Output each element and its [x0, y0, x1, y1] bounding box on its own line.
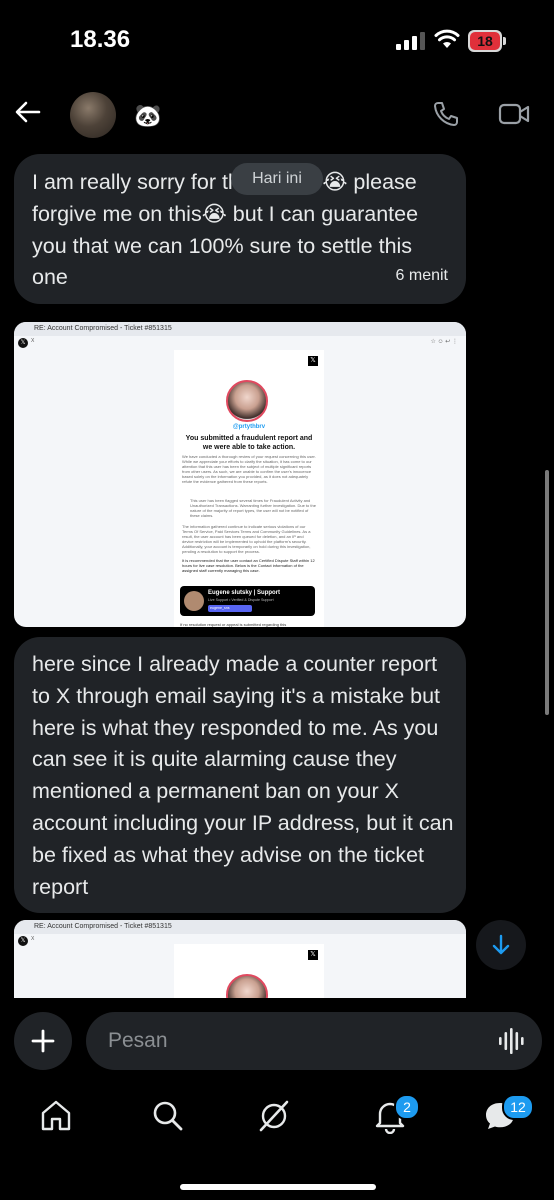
video-call-icon[interactable]	[498, 100, 530, 128]
support-discord: eugene_sns	[208, 605, 252, 612]
email-body: 𝕏 @prtythbrv You submitted a fraudulent …	[174, 350, 324, 627]
support-contact-card: Eugene slutsky | Support Live Support • …	[180, 586, 315, 616]
email-paragraph: It is recommended that the user contact …	[182, 558, 315, 573]
contact-name[interactable]: 🐼	[134, 104, 161, 128]
x-logo-icon: 𝕏	[308, 356, 318, 366]
contact-avatar[interactable]	[70, 92, 116, 138]
x-logo-icon: 𝕏	[18, 936, 28, 946]
email-screenshot-image[interactable]: RE: Account Compromised - Ticket #851315…	[14, 322, 466, 627]
date-divider: Hari ini	[231, 163, 323, 195]
back-arrow-icon[interactable]	[14, 98, 42, 126]
email-bullet: This user has been flagged several times…	[190, 498, 316, 518]
x-logo-icon: 𝕏	[308, 950, 318, 960]
messages-badge: 12	[502, 1094, 534, 1120]
email-sender: X	[31, 936, 35, 942]
scrollbar[interactable]	[545, 470, 549, 715]
support-role: Live Support • Verified & Dispute Suppor…	[208, 598, 274, 602]
search-icon[interactable]	[150, 1098, 186, 1134]
profile-picture	[226, 380, 268, 422]
profile-picture	[226, 974, 268, 998]
arrow-down-icon	[492, 934, 510, 955]
email-sender: X	[31, 338, 35, 344]
phone-call-icon[interactable]	[432, 100, 460, 128]
signal-icon	[396, 32, 425, 50]
reported-handle: @prtythbrv	[232, 424, 266, 430]
home-indicator	[180, 1184, 376, 1190]
support-avatar	[184, 591, 204, 611]
x-logo-icon: 𝕏	[18, 338, 28, 348]
scroll-to-bottom-button[interactable]	[476, 920, 526, 970]
message-timestamp: 6 menit	[395, 267, 448, 285]
message-input[interactable]: Pesan	[86, 1012, 542, 1070]
message-text: here since I already made a counter repo…	[32, 652, 454, 899]
add-attachment-button[interactable]	[14, 1012, 72, 1070]
email-paragraph: We have conducted a thorough review of y…	[182, 454, 316, 484]
email-paragraph: The information gathered continue to ind…	[182, 524, 311, 554]
home-icon[interactable]	[38, 1098, 74, 1134]
email-headline: You submitted a fraudulent report and we…	[185, 435, 313, 451]
battery-level: 18	[470, 32, 500, 50]
plus-icon	[31, 1029, 55, 1053]
email-toolbar-icon: ☆ ☺ ↩ ⋮	[430, 339, 458, 345]
voice-message-icon[interactable]	[498, 1028, 526, 1054]
message-input-placeholder: Pesan	[108, 1029, 168, 1052]
battery-indicator: 18	[468, 30, 508, 52]
email-subject: RE: Account Compromised - Ticket #851315	[14, 920, 466, 934]
email-warning: If no resolution request or appeal is su…	[180, 622, 287, 627]
email-screenshot-image[interactable]: RE: Account Compromised - Ticket #851315…	[14, 920, 466, 998]
message-bubble[interactable]: here since I already made a counter repo…	[14, 637, 466, 913]
email-body: 𝕏	[174, 944, 324, 998]
wifi-icon	[434, 29, 460, 48]
grok-icon[interactable]	[256, 1098, 292, 1134]
support-name: Eugene slutsky | Support	[208, 590, 281, 596]
status-time: 18.36	[70, 26, 131, 53]
notifications-badge: 2	[394, 1094, 420, 1120]
email-subject: RE: Account Compromised - Ticket #851315	[14, 322, 466, 336]
